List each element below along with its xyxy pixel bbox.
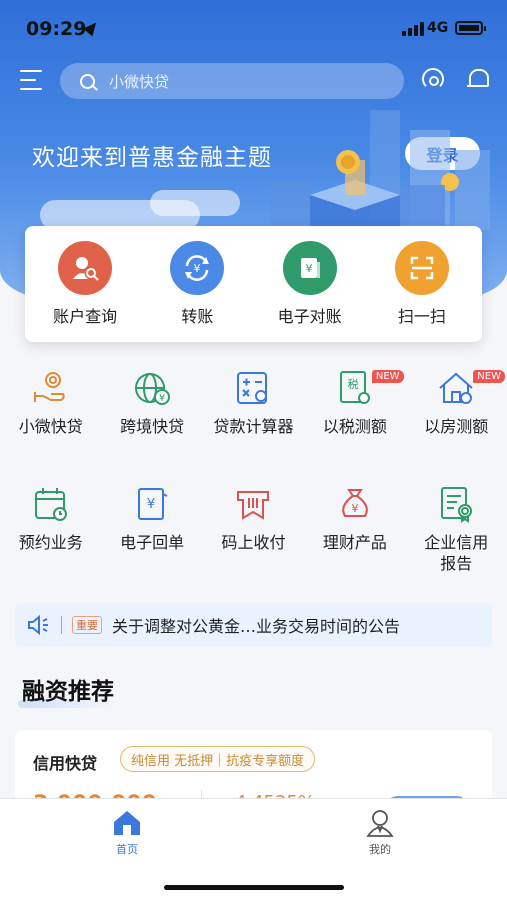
signal-icon — [402, 22, 424, 36]
quick-actions-card: 账户查询 ¥ 转账 ¥ 电子对账 扫一扫 — [25, 226, 482, 342]
svg-text:¥: ¥ — [147, 497, 155, 512]
city-illustration — [270, 110, 490, 230]
calculator-icon — [231, 366, 275, 410]
quick-label: 转账 — [181, 307, 214, 326]
quick-label: 扫一扫 — [397, 307, 446, 326]
battery-icon — [455, 21, 486, 35]
status-bar: 09:29 4G — [0, 14, 507, 44]
e-reconcile-icon: ¥ — [282, 241, 337, 295]
loan-name: 信用快贷 — [33, 754, 98, 773]
service-credit-report[interactable]: 企业信用 报告 — [406, 482, 507, 606]
network-type: 4G — [427, 20, 449, 36]
globe-yuan-icon: ¥ — [130, 366, 174, 410]
service-cross-border-loan[interactable]: ¥ 跨境快贷 — [101, 366, 202, 474]
user-icon — [366, 810, 394, 837]
coin-hand-icon — [29, 366, 73, 410]
tax-doc-icon: 税 — [333, 366, 377, 410]
speaker-icon — [27, 614, 51, 636]
credit-report-icon — [434, 482, 478, 526]
home-indicator — [164, 885, 344, 890]
tab-mine[interactable]: 我的 — [340, 809, 420, 857]
account-search-icon — [58, 241, 113, 295]
transfer-icon: ¥ — [170, 241, 225, 295]
notice-divider — [61, 616, 62, 634]
service-label: 小微快贷 — [18, 417, 83, 436]
service-label: 贷款计算器 — [213, 417, 294, 436]
new-badge: NEW — [473, 370, 505, 383]
customer-service-icon[interactable] — [420, 68, 446, 92]
cloud-decoration — [150, 190, 240, 216]
service-house-quota[interactable]: NEW 以房测额 — [406, 366, 507, 474]
house-coin-icon — [434, 366, 478, 410]
search-icon — [80, 73, 95, 89]
section-title: 融资推荐 — [22, 679, 114, 705]
service-loan-calculator[interactable]: 贷款计算器 — [203, 366, 304, 474]
service-appointment[interactable]: 预约业务 — [0, 482, 101, 606]
service-label: 预约业务 — [18, 533, 83, 552]
bell-icon[interactable] — [467, 68, 489, 90]
svg-text:¥: ¥ — [159, 393, 165, 404]
menu-icon[interactable] — [20, 70, 42, 90]
home-icon — [114, 811, 140, 835]
service-qr-pay[interactable]: 码上收付 — [203, 482, 304, 606]
search-bar[interactable]: 小微快贷 — [60, 63, 404, 99]
new-badge: NEW — [371, 370, 404, 383]
tab-home[interactable]: 首页 — [87, 809, 167, 857]
loan-tags: 纯信用 无抵押｜抗疫专享额度 — [120, 746, 316, 772]
notice-bar[interactable]: 重要 关于调整对公黄金…业务交易时间的公告 — [15, 603, 492, 647]
svg-text:¥: ¥ — [194, 262, 201, 275]
notice-tag: 重要 — [72, 616, 102, 634]
receipt-icon: ¥ — [130, 482, 174, 526]
tab-label: 首页 — [116, 843, 138, 856]
service-label: 电子回单 — [120, 533, 185, 552]
quick-scan[interactable]: 扫一扫 — [370, 241, 474, 327]
search-placeholder: 小微快贷 — [109, 72, 170, 91]
service-grid: 小微快贷 ¥ 跨境快贷 贷款计算器 NEW 税 以税测额 NEW 以房测额 预约… — [0, 366, 507, 606]
qr-pay-icon — [231, 482, 275, 526]
tab-label: 我的 — [369, 843, 391, 856]
quick-transfer[interactable]: ¥ 转账 — [145, 241, 249, 327]
service-wealth-products[interactable]: ¥ 理财产品 — [304, 482, 405, 606]
quick-account-query[interactable]: 账户查询 — [33, 241, 137, 327]
service-label: 以房测额 — [424, 417, 489, 436]
service-e-receipt[interactable]: ¥ 电子回单 — [101, 482, 202, 606]
quick-label: 电子对账 — [277, 307, 342, 326]
svg-text:税: 税 — [347, 377, 358, 391]
service-label: 企业信用 报告 — [424, 533, 489, 573]
quick-label: 账户查询 — [53, 307, 118, 326]
service-label: 以税测额 — [322, 417, 387, 436]
quick-e-reconcile[interactable]: ¥ 电子对账 — [258, 241, 362, 327]
service-label: 理财产品 — [322, 533, 387, 552]
welcome-title: 欢迎来到普惠金融主题 — [32, 145, 272, 171]
notice-text: 关于调整对公黄金…业务交易时间的公告 — [112, 617, 401, 636]
service-label: 码上收付 — [221, 533, 286, 552]
service-micro-loan[interactable]: 小微快贷 — [0, 366, 101, 474]
status-time: 09:29 — [26, 18, 87, 40]
money-bag-icon: ¥ — [333, 482, 377, 526]
service-label: 跨境快贷 — [120, 417, 185, 436]
service-tax-quota[interactable]: NEW 税 以税测额 — [304, 366, 405, 474]
scan-icon — [394, 241, 449, 295]
svg-text:¥: ¥ — [305, 262, 312, 275]
svg-text:¥: ¥ — [351, 502, 358, 515]
calendar-clock-icon — [29, 482, 73, 526]
